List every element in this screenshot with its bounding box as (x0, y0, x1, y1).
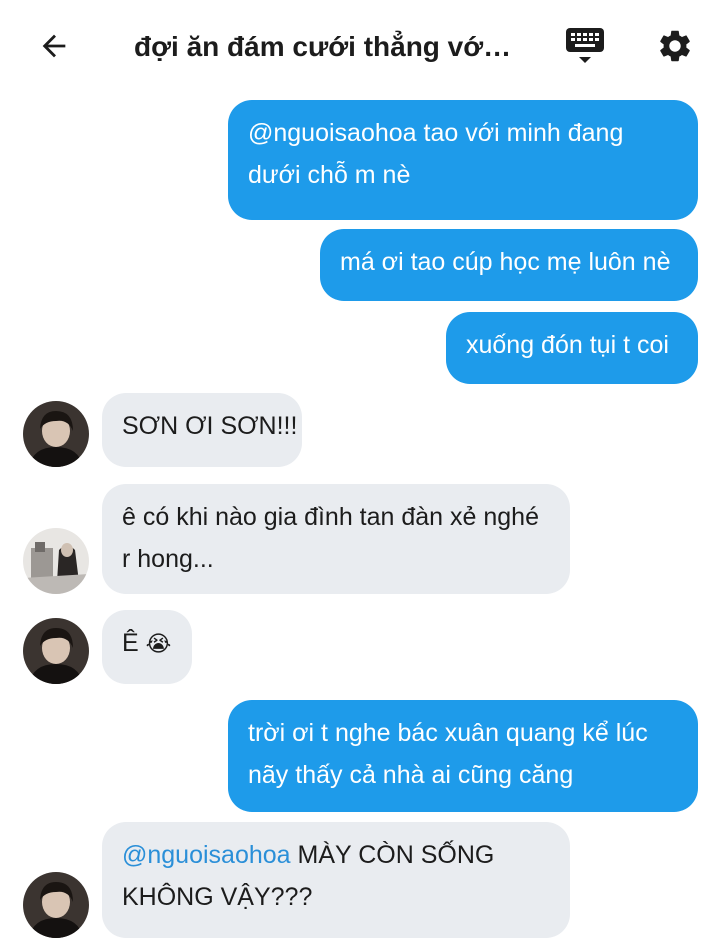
message-text: trời ơi t nghe bác xuân quang kể lúc nãy… (248, 719, 648, 789)
message-bubble-incoming[interactable]: @nguoisaohoa MÀY CÒN SỐNG KHÔNG VẬY??? (102, 822, 570, 938)
gear-icon (660, 30, 690, 62)
message-bubble-incoming[interactable]: Ê 😭 (102, 610, 192, 684)
back-button[interactable] (34, 26, 74, 66)
message-text: @nguoisaohoa tao với minh đang dưới chỗ … (248, 119, 624, 189)
chat-title[interactable]: đợi ăn đám cưới thẳng với… (134, 28, 514, 66)
settings-button[interactable] (652, 24, 698, 68)
message-bubble-outgoing[interactable]: má ơi tao cúp học mẹ luôn nè (320, 229, 698, 301)
message-bubble-outgoing[interactable]: xuống đón tụi t coi (446, 312, 698, 384)
avatar[interactable] (23, 401, 89, 467)
message-text: ê có khi nào gia đình tan đàn xẻ nghé r … (122, 503, 539, 573)
mention-link[interactable]: @nguoisaohoa (122, 841, 291, 869)
avatar[interactable] (23, 872, 89, 938)
message-text: SƠN ƠI SƠN!!! (122, 412, 298, 440)
avatar[interactable] (23, 618, 89, 684)
message-bubble-outgoing[interactable]: @nguoisaohoa tao với minh đang dưới chỗ … (228, 100, 698, 220)
avatar[interactable] (23, 528, 89, 594)
crying-face-emoji: 😭 (145, 632, 172, 657)
message-bubble-outgoing[interactable]: trời ơi t nghe bác xuân quang kể lúc nãy… (228, 700, 698, 812)
message-text: Ê (122, 629, 139, 657)
chat-header: đợi ăn đám cưới thẳng với… (0, 0, 720, 90)
keyboard-icon (566, 28, 604, 63)
message-text: má ơi tao cúp học mẹ luôn nè (340, 248, 671, 276)
message-bubble-incoming[interactable]: ê có khi nào gia đình tan đàn xẻ nghé r … (102, 484, 570, 594)
message-text: xuống đón tụi t coi (466, 331, 669, 359)
keyboard-button[interactable] (562, 24, 608, 68)
message-bubble-incoming[interactable]: SƠN ƠI SƠN!!! (102, 393, 302, 467)
arrow-left-icon (42, 34, 66, 58)
